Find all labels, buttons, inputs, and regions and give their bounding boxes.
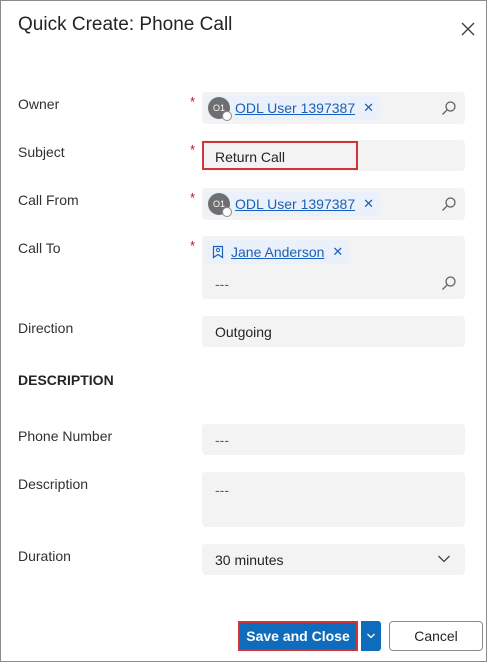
subject-value: Return Call	[215, 149, 286, 165]
remove-owner-icon[interactable]: ✕	[363, 100, 374, 116]
subject-required-marker: *	[190, 142, 196, 157]
close-icon[interactable]	[460, 21, 476, 37]
duration-select[interactable]: 30 minutes	[202, 544, 465, 575]
call-from-label: Call From	[18, 192, 79, 208]
call-to-field[interactable]: Jane Anderson ✕ ---	[202, 236, 465, 299]
remove-call-to-icon[interactable]: ✕	[332, 244, 343, 260]
search-icon[interactable]	[441, 196, 457, 212]
call-to-input-placeholder[interactable]: ---	[215, 276, 229, 292]
call-to-link[interactable]: Jane Anderson	[231, 244, 324, 260]
description-textarea[interactable]: ---	[202, 472, 465, 527]
owner-chip: O1 ODL User 1397387 ✕	[205, 96, 381, 121]
quick-create-dialog: Quick Create: Phone Call Owner * O1 ODL …	[0, 0, 487, 662]
description-placeholder: ---	[215, 482, 229, 498]
direction-field[interactable]: Outgoing	[202, 316, 465, 347]
search-icon[interactable]	[441, 275, 457, 291]
call-to-chip: Jane Anderson ✕	[205, 240, 350, 264]
owner-required-marker: *	[190, 94, 196, 109]
dialog-title: Quick Create: Phone Call	[18, 14, 233, 35]
subject-label: Subject	[18, 144, 65, 160]
save-options-button[interactable]	[361, 621, 381, 651]
subject-input[interactable]: Return Call	[202, 141, 358, 170]
call-from-avatar: O1	[208, 193, 232, 217]
chevron-down-icon	[367, 633, 375, 639]
contact-icon	[212, 245, 224, 259]
duration-value: 30 minutes	[215, 552, 284, 568]
presence-status-icon	[222, 207, 232, 217]
save-and-close-button[interactable]: Save and Close	[238, 621, 358, 651]
owner-link[interactable]: ODL User 1397387	[235, 100, 355, 116]
phone-number-label: Phone Number	[18, 428, 113, 444]
call-from-link[interactable]: ODL User 1397387	[235, 196, 355, 212]
remove-call-from-icon[interactable]: ✕	[363, 196, 374, 212]
call-from-required-marker: *	[190, 190, 196, 205]
call-to-label: Call To	[18, 240, 61, 256]
direction-label: Direction	[18, 320, 74, 336]
call-from-chip: O1 ODL User 1397387 ✕	[205, 192, 381, 217]
presence-status-icon	[222, 111, 232, 121]
owner-avatar: O1	[208, 97, 232, 121]
call-from-field[interactable]: O1 ODL User 1397387 ✕	[202, 188, 465, 220]
description-section-heading: DESCRIPTION	[18, 372, 114, 388]
phone-number-placeholder: ---	[215, 432, 229, 448]
cancel-button[interactable]: Cancel	[389, 621, 483, 651]
call-to-required-marker: *	[190, 238, 196, 253]
owner-label: Owner	[18, 96, 60, 112]
description-label: Description	[18, 476, 89, 492]
owner-field[interactable]: O1 ODL User 1397387 ✕	[202, 92, 465, 124]
phone-number-input[interactable]: ---	[202, 424, 465, 455]
chevron-down-icon	[438, 555, 450, 563]
search-icon[interactable]	[441, 100, 457, 116]
duration-label: Duration	[18, 548, 71, 564]
direction-value: Outgoing	[215, 324, 272, 340]
